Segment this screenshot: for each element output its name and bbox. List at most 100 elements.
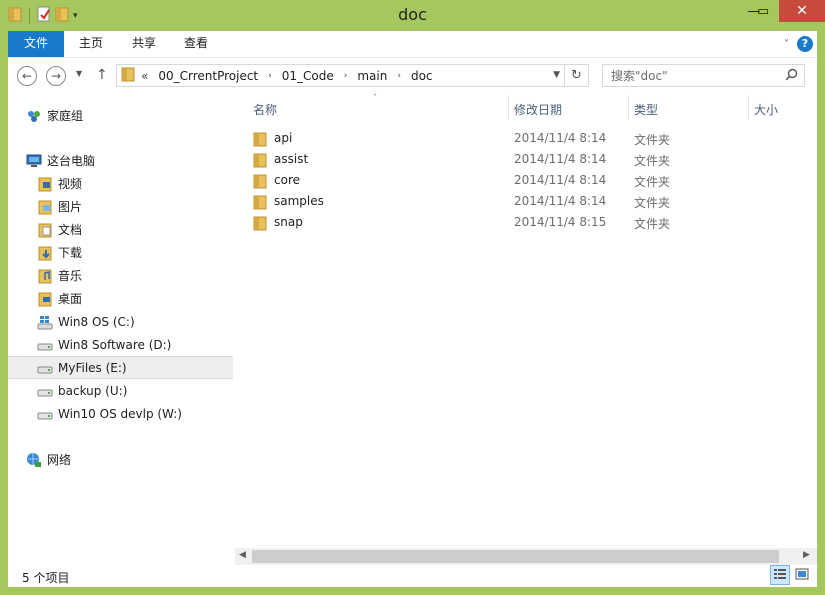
sidebar-item-network[interactable]: 网络 (26, 448, 233, 471)
maximize-icon: ▭ (756, 3, 770, 19)
sidebar-item-drive-c[interactable]: Win8 OS (C:) (37, 310, 233, 333)
folder-icon (253, 152, 267, 171)
sidebar-item-pictures[interactable]: 图片 (37, 195, 233, 218)
large-icons-view-icon (795, 568, 809, 583)
scroll-right-icon[interactable]: ▶ (803, 550, 810, 560)
column-divider[interactable] (508, 95, 509, 119)
search-box[interactable] (602, 64, 805, 87)
downloads-folder-icon (37, 245, 53, 261)
up-button[interactable]: ↑ (96, 67, 108, 83)
search-icon[interactable] (785, 68, 798, 84)
scroll-left-icon[interactable]: ◀ (239, 550, 246, 560)
sidebar-item-label: 图片 (58, 200, 83, 214)
folder-icon (253, 173, 267, 192)
file-name: samples (274, 194, 324, 208)
close-button[interactable]: ✕ (779, 0, 825, 22)
title-bar: ▾ doc — ▭ ✕ (0, 0, 825, 30)
sidebar-item-label: 音乐 (58, 269, 83, 283)
column-divider[interactable] (628, 95, 629, 119)
file-type: 文件夹 (634, 217, 671, 231)
sidebar-item-videos[interactable]: 视频 (37, 172, 233, 195)
details-view-icon (773, 568, 787, 583)
file-date: 2014/11/4 8:14 (514, 194, 607, 208)
breadcrumb-item[interactable]: main (357, 69, 387, 83)
file-name: api (274, 131, 293, 145)
scrollbar-thumb[interactable] (252, 550, 779, 563)
refresh-button[interactable]: ↻ (565, 64, 589, 87)
desktop-folder-icon (37, 291, 53, 307)
sidebar-item-label: 家庭组 (47, 109, 84, 123)
column-header-name[interactable]: 名称 (253, 101, 277, 118)
file-list[interactable]: ˄ 名称 修改日期 类型 大小 api 2014/11/4 8:14 文件夹 a… (235, 93, 817, 565)
music-folder-icon (37, 268, 53, 284)
table-row[interactable]: samples 2014/11/4 8:14 文件夹 (243, 191, 803, 212)
breadcrumb-overflow[interactable]: « (141, 69, 148, 83)
column-header-date[interactable]: 修改日期 (514, 101, 562, 118)
recent-locations-icon[interactable]: ▼ (76, 69, 82, 78)
tab-share[interactable]: 共享 (118, 31, 170, 57)
file-date: 2014/11/4 8:14 (514, 173, 607, 187)
horizontal-scrollbar[interactable]: ◀ ▶ (235, 548, 817, 565)
homegroup-icon (26, 108, 42, 124)
sidebar-item-music[interactable]: 音乐 (37, 264, 233, 287)
item-count: 5 个项目 (22, 571, 70, 585)
breadcrumb-item[interactable]: doc (411, 69, 433, 83)
file-name: assist (274, 152, 309, 166)
drive-icon (37, 360, 53, 376)
table-row[interactable]: api 2014/11/4 8:14 文件夹 (243, 128, 803, 149)
column-divider[interactable] (748, 95, 749, 119)
large-icons-view-button[interactable] (792, 565, 812, 585)
sidebar-item-drive-e[interactable]: MyFiles (E:) (8, 356, 233, 379)
navigation-pane[interactable]: 家庭组 这台电脑 视频 图片 文档 下载 音乐 桌面 Win8 OS (C:) … (8, 93, 234, 565)
sidebar-item-drive-w[interactable]: Win10 OS devlp (W:) (37, 402, 233, 425)
file-type: 文件夹 (634, 133, 671, 147)
address-bar[interactable]: « 00_CrrentProject › 01_Code › main › do… (116, 64, 565, 87)
tab-home[interactable]: 主页 (64, 31, 118, 57)
back-button[interactable]: ← (17, 66, 37, 86)
table-row[interactable]: assist 2014/11/4 8:14 文件夹 (243, 149, 803, 170)
forward-button[interactable]: → (46, 66, 66, 86)
sidebar-item-desktop[interactable]: 桌面 (37, 287, 233, 310)
sidebar-item-label: Win8 OS (C:) (58, 314, 135, 329)
sidebar-item-this-pc[interactable]: 这台电脑 (26, 149, 233, 172)
expand-ribbon-icon[interactable]: ˅ (784, 39, 789, 50)
sidebar-item-documents[interactable]: 文档 (37, 218, 233, 241)
breadcrumb-separator[interactable]: › (397, 71, 401, 81)
ribbon: 文件 主页 共享 查看 ˅ ? (8, 31, 817, 57)
table-row[interactable]: core 2014/11/4 8:14 文件夹 (243, 170, 803, 191)
sidebar-item-label: Win10 OS devlp (W:) (58, 406, 182, 421)
sidebar-item-drive-u[interactable]: backup (U:) (37, 379, 233, 402)
help-icon[interactable]: ? (797, 36, 813, 52)
navigation-bar: ← → ▼ ↑ « 00_CrrentProject › 01_Code › m… (8, 57, 817, 94)
videos-folder-icon (37, 176, 53, 192)
tab-file[interactable]: 文件 (8, 31, 64, 57)
explorer-window: ▾ doc — ▭ ✕ 文件 主页 共享 查看 ˅ ? ← → ▼ ↑ « 00… (0, 0, 825, 595)
breadcrumb-separator[interactable]: › (268, 71, 272, 81)
column-header-type[interactable]: 类型 (634, 101, 658, 118)
column-header-size[interactable]: 大小 (754, 101, 778, 118)
file-type: 文件夹 (634, 175, 671, 189)
folder-icon (253, 215, 267, 234)
sidebar-item-drive-d[interactable]: Win8 Software (D:) (37, 333, 233, 356)
file-date: 2014/11/4 8:15 (514, 215, 607, 229)
file-type: 文件夹 (634, 154, 671, 168)
breadcrumb-item[interactable]: 00_CrrentProject (158, 69, 258, 83)
table-row[interactable]: snap 2014/11/4 8:15 文件夹 (243, 212, 803, 233)
breadcrumb-item[interactable]: 01_Code (282, 69, 334, 83)
sidebar-item-label: backup (U:) (58, 383, 128, 398)
sidebar-item-label: MyFiles (E:) (58, 360, 127, 375)
tab-view[interactable]: 查看 (170, 31, 222, 57)
search-input[interactable] (603, 65, 781, 86)
documents-folder-icon (37, 222, 53, 238)
breadcrumb-separator[interactable]: › (344, 71, 348, 81)
folder-icon (253, 131, 267, 150)
status-bar: 5 个项目 (8, 565, 817, 587)
sidebar-item-homegroup[interactable]: 家庭组 (26, 104, 233, 127)
details-view-button[interactable] (770, 565, 790, 585)
file-date: 2014/11/4 8:14 (514, 152, 607, 166)
chevron-down-icon[interactable]: ▼ (553, 70, 560, 80)
sidebar-item-downloads[interactable]: 下载 (37, 241, 233, 264)
maximize-button[interactable]: ▭ (752, 0, 774, 22)
file-name: snap (274, 215, 303, 229)
window-title: doc (398, 5, 427, 24)
